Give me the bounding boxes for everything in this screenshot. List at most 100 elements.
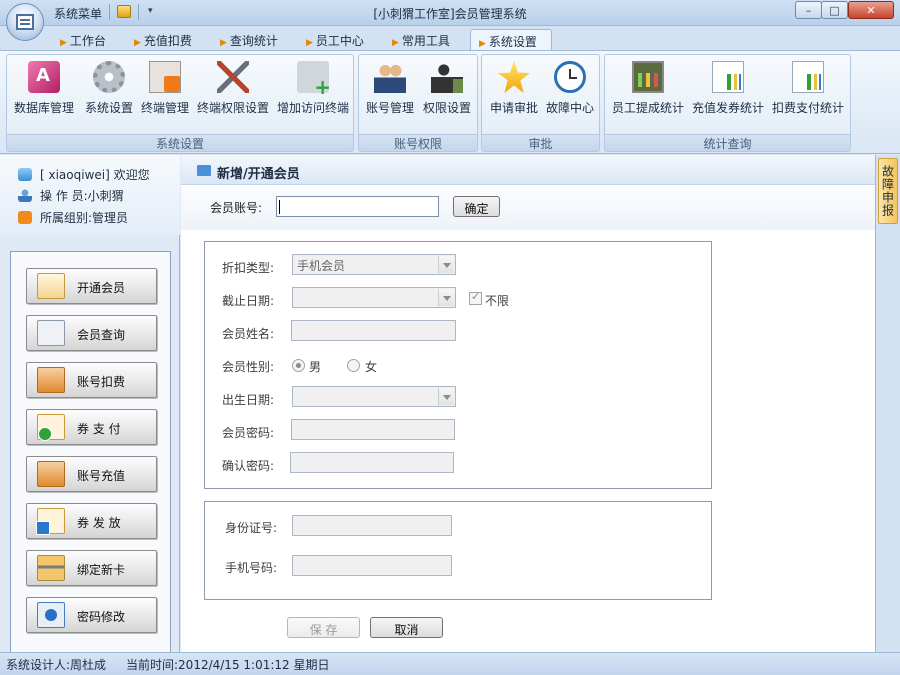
end-date-picker[interactable] <box>292 287 456 308</box>
ribbon-group-statistics: 员工提成统计 充值发券统计 扣费支付统计 统计查询 <box>604 54 851 152</box>
fault-center-button[interactable]: 故障中心 <box>542 57 598 123</box>
ribbon-group-label: 系统设置 <box>7 134 353 151</box>
tab-query-stats[interactable]: ▶ 查询统计 <box>220 29 294 51</box>
system-settings-button[interactable]: 系统设置 <box>81 57 137 123</box>
ribbon-group-label: 审批 <box>482 134 599 151</box>
recharge-coupon-stats-button[interactable]: 充值发券统计 <box>689 57 767 123</box>
member-query-icon <box>37 320 65 346</box>
password-change-button[interactable]: 密码修改 <box>26 597 157 633</box>
maximize-icon: □ <box>829 3 840 17</box>
bind-card-button[interactable]: 绑定新卡 <box>26 550 157 586</box>
unlimited-checkbox[interactable] <box>469 290 482 305</box>
welcome-line: [ xiaoqiwei] 欢迎您 <box>18 166 150 183</box>
confirm-password-label: 确认密码: <box>222 459 275 473</box>
ribbon: 数据库管理 系统设置 终端管理 终端权限设置 增加访问终端 系统设置 账号管理 … <box>0 50 900 154</box>
discount-type-select[interactable]: 手机会员 <box>292 254 456 275</box>
account-recharge-icon <box>37 461 65 487</box>
tab-common-tools[interactable]: ▶ 常用工具 <box>392 29 466 51</box>
account-management-button[interactable]: 账号管理 <box>363 57 417 123</box>
name-input[interactable] <box>291 320 456 341</box>
gender-male-radio[interactable] <box>292 359 305 372</box>
bind-card-icon <box>37 555 65 581</box>
main-panel: 新增/开通会员 会员账号: 确定 折扣类型: 手机会员 截止日期: 不限 会员姓… <box>181 155 875 652</box>
users-icon <box>374 61 406 93</box>
phone-label: 手机号码: <box>225 561 278 575</box>
gender-female-radio[interactable] <box>347 359 360 372</box>
tab-arrow-icon: ▶ <box>220 38 227 48</box>
add-terminal-button[interactable]: 增加访问终端 <box>275 57 351 123</box>
name-label: 会员姓名: <box>222 327 275 341</box>
confirm-button[interactable]: 确定 <box>453 196 500 217</box>
title-bar: 系统菜单 ▾ [小刺猬工作室]会员管理系统 – □ ✕ <box>0 0 900 41</box>
end-date-label: 截止日期: <box>222 294 275 308</box>
gender-label: 会员性别: <box>222 360 275 374</box>
tab-arrow-icon: ▶ <box>306 38 313 48</box>
cancel-button[interactable]: 取消 <box>370 617 443 638</box>
app-menu-button[interactable] <box>6 3 44 41</box>
open-member-button[interactable]: 开通会员 <box>26 268 157 304</box>
left-panel: [ xiaoqiwei] 欢迎您 操 作 员:小刺猬 所属组别:管理员 开通会员… <box>0 155 180 653</box>
save-button[interactable]: 保 存 <box>287 617 360 638</box>
database-icon <box>28 61 60 93</box>
account-input[interactable] <box>276 196 439 217</box>
account-deduct-button[interactable]: 账号扣费 <box>26 362 157 398</box>
rss-icon <box>18 211 32 224</box>
birth-date-picker[interactable] <box>292 386 456 407</box>
id-number-input[interactable] <box>292 515 452 536</box>
terminal-management-button[interactable]: 终端管理 <box>137 57 193 123</box>
tab-arrow-icon: ▶ <box>60 38 67 48</box>
terminal-permission-button[interactable]: 终端权限设置 <box>195 57 271 123</box>
tab-staff-center[interactable]: ▶ 员工中心 <box>306 29 380 51</box>
report-icon <box>792 61 824 93</box>
ribbon-group-approval: 申请审批 故障中心 审批 <box>481 54 600 152</box>
staff-commission-stats-button[interactable]: 员工提成统计 <box>609 57 687 123</box>
tab-arrow-icon: ▶ <box>134 38 141 48</box>
ribbon-group-label: 账号权限 <box>359 134 477 151</box>
account-deduct-icon <box>37 367 65 393</box>
gender-female-label: 女 <box>365 360 378 374</box>
tab-recharge-deduct[interactable]: ▶ 充值扣费 <box>134 29 208 51</box>
chevron-down-icon <box>438 289 454 306</box>
fault-report-tab[interactable]: 故障申报 <box>878 158 898 224</box>
phone-input[interactable] <box>292 555 452 576</box>
coupon-pay-icon <box>37 414 65 441</box>
panel-header: 新增/开通会员 <box>181 155 875 185</box>
message-icon <box>18 168 32 181</box>
account-recharge-button[interactable]: 账号充值 <box>26 456 157 492</box>
maximize-button[interactable]: □ <box>821 1 848 19</box>
user-info: [ xiaoqiwei] 欢迎您 操 作 员:小刺猬 所属组别:管理员 <box>0 155 180 235</box>
stats-icon <box>632 61 664 93</box>
account-bar: 会员账号: 确定 <box>181 186 875 230</box>
database-management-button[interactable]: 数据库管理 <box>11 57 77 123</box>
text-caret <box>279 200 280 214</box>
deduct-payment-stats-button[interactable]: 扣费支付统计 <box>769 57 847 123</box>
id-number-label: 身份证号: <box>225 521 278 535</box>
tab-arrow-icon: ▶ <box>392 38 399 48</box>
tools-icon <box>217 61 249 93</box>
permission-settings-button[interactable]: 权限设置 <box>419 57 475 123</box>
coupon-issue-icon <box>36 508 65 535</box>
current-time-text: 当前时间:2012/4/15 1:01:12 星期日 <box>126 658 330 672</box>
minimize-icon: – <box>805 3 812 17</box>
nav-box: 开通会员 会员查询 账号扣费 券 支 付 账号充值 券 发 放 绑定新卡 密码修… <box>10 251 171 653</box>
ribbon-group-system-settings: 数据库管理 系统设置 终端管理 终端权限设置 增加访问终端 系统设置 <box>6 54 354 152</box>
clock-icon <box>554 61 586 93</box>
tab-system-settings[interactable]: ▶ 系统设置 <box>470 29 552 51</box>
page-title: 新增/开通会员 <box>217 167 300 182</box>
tab-workbench[interactable]: ▶ 工作台 <box>60 29 122 51</box>
minimize-button[interactable]: – <box>795 1 822 19</box>
password-input[interactable] <box>291 419 455 440</box>
folder-icon <box>197 165 211 176</box>
coupon-issue-button[interactable]: 券 发 放 <box>26 503 157 539</box>
ribbon-tabs: ▶ 工作台 ▶ 充值扣费 ▶ 查询统计 ▶ 员工中心 ▶ 常用工具 ▶ 系统设置 <box>0 26 900 51</box>
add-terminal-icon <box>297 61 331 99</box>
close-icon: ✕ <box>866 3 876 17</box>
account-label: 会员账号: <box>210 201 263 215</box>
request-approval-button[interactable]: 申请审批 <box>486 57 542 123</box>
close-button[interactable]: ✕ <box>848 1 894 19</box>
open-member-icon <box>37 273 65 299</box>
coupon-pay-button[interactable]: 券 支 付 <box>26 409 157 445</box>
chevron-down-icon <box>438 388 454 405</box>
confirm-password-input[interactable] <box>290 452 454 473</box>
member-query-button[interactable]: 会员查询 <box>26 315 157 351</box>
